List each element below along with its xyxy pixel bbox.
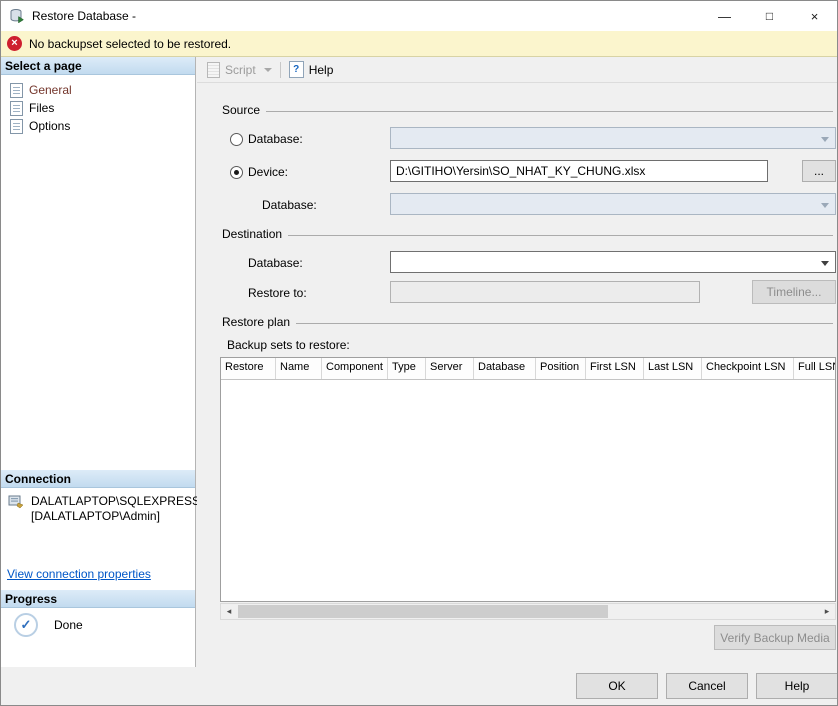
error-icon: ×	[7, 36, 22, 51]
group-rule	[266, 110, 833, 112]
chevron-down-icon	[263, 67, 272, 72]
backup-sets-label: Backup sets to restore:	[227, 338, 350, 352]
restore-to-input	[390, 281, 700, 303]
connection-header: Connection	[1, 470, 195, 488]
help-button[interactable]: Help	[756, 673, 837, 699]
col-last-lsn: Last LSN	[644, 358, 702, 379]
destination-database-label: Database:	[248, 256, 303, 270]
help-toolbar-button[interactable]: ? Help	[288, 61, 334, 78]
col-component: Component	[322, 358, 388, 379]
sidebar-item-label: General	[29, 83, 72, 97]
device-path-input[interactable]	[390, 160, 768, 182]
help-toolbar-label: Help	[308, 62, 334, 77]
server-icon	[8, 494, 24, 524]
col-name: Name	[276, 358, 322, 379]
alert-bar: × No backupset selected to be restored.	[1, 31, 837, 57]
destination-database-combo[interactable]	[390, 251, 836, 273]
col-position: Position	[536, 358, 586, 379]
window-controls: — □ ×	[702, 1, 837, 31]
group-rule	[296, 322, 833, 324]
source-database-combo	[390, 127, 836, 149]
connection-account: [DALATLAPTOP\Admin]	[31, 509, 160, 523]
script-button: Script	[207, 61, 272, 78]
backup-sets-grid: Restore Name Component Type Server Datab…	[220, 357, 836, 602]
page-icon	[10, 82, 23, 98]
close-button[interactable]: ×	[792, 1, 837, 31]
col-database: Database	[474, 358, 536, 379]
sidebar: Select a page General Files Options Conn…	[1, 57, 200, 667]
source-group-header: Source	[222, 103, 833, 117]
source-database2-label: Database:	[262, 198, 317, 212]
database-radio-label: Database:	[248, 132, 303, 146]
horizontal-scrollbar[interactable]: ◂ ▸	[220, 603, 836, 620]
connection-server: DALATLAPTOP\SQLEXPRESS	[31, 494, 200, 508]
browse-button[interactable]: ...	[802, 160, 836, 182]
cancel-button[interactable]: Cancel	[666, 673, 748, 699]
maximize-button[interactable]: □	[747, 1, 792, 31]
col-type: Type	[388, 358, 426, 379]
sidebar-item-label: Options	[29, 119, 71, 133]
done-check-icon: ✓	[14, 613, 38, 637]
timeline-button: Timeline...	[752, 280, 836, 304]
database-radio[interactable]	[230, 133, 243, 146]
script-icon	[207, 61, 220, 78]
restore-plan-group-label: Restore plan	[222, 315, 291, 329]
toolbar-separator	[279, 61, 281, 78]
progress-status-row: ✓ Done	[14, 613, 83, 637]
source-database2-combo	[390, 193, 836, 215]
chevron-down-icon	[821, 261, 829, 266]
select-a-page-header: Select a page	[1, 57, 195, 75]
connection-text: DALATLAPTOP\SQLEXPRESS [DALATLAPTOP\Admi…	[31, 494, 200, 524]
title-bar: Restore Database - — □ ×	[1, 1, 837, 31]
restore-database-icon	[9, 8, 25, 24]
minimize-button[interactable]: —	[702, 1, 747, 31]
source-group-label: Source	[222, 103, 261, 117]
scroll-right-icon[interactable]: ▸	[819, 604, 835, 619]
scroll-left-icon[interactable]: ◂	[221, 604, 237, 619]
page-icon	[10, 118, 23, 134]
view-connection-properties-link[interactable]: View connection properties	[7, 567, 151, 581]
col-full-lsn: Full LSN	[794, 358, 835, 379]
device-radio-label: Device:	[248, 165, 289, 179]
col-first-lsn: First LSN	[586, 358, 644, 379]
sidebar-item-label: Files	[29, 101, 55, 115]
alert-message: No backupset selected to be restored.	[29, 36, 232, 51]
verify-backup-media-button: Verify Backup Media	[714, 625, 836, 650]
col-server: Server	[426, 358, 474, 379]
chevron-down-icon	[821, 137, 829, 142]
progress-header: Progress	[1, 590, 195, 608]
sidebar-item-options[interactable]: Options	[1, 117, 195, 135]
page-tree: General Files Options	[1, 81, 195, 135]
sidebar-item-general[interactable]: General	[1, 81, 195, 99]
sidebar-item-files[interactable]: Files	[1, 99, 195, 117]
help-icon: ?	[288, 61, 304, 78]
group-rule	[288, 234, 833, 236]
grid-header-row: Restore Name Component Type Server Datab…	[221, 358, 835, 380]
restore-plan-group-header: Restore plan	[222, 315, 833, 329]
restore-database-dialog: Restore Database - — □ × × No backupset …	[0, 0, 838, 706]
footer: OK Cancel Help	[1, 667, 837, 705]
ok-button[interactable]: OK	[576, 673, 658, 699]
main-pane: Script ? Help Source Database: Device: .	[197, 57, 837, 667]
device-radio[interactable]	[230, 166, 243, 179]
script-label: Script	[225, 62, 256, 77]
scrollbar-thumb[interactable]	[238, 605, 608, 618]
col-checkpoint-lsn: Checkpoint LSN	[702, 358, 794, 379]
toolbar: Script ? Help	[197, 57, 837, 83]
page-icon	[10, 100, 23, 116]
connection-info: DALATLAPTOP\SQLEXPRESS [DALATLAPTOP\Admi…	[8, 494, 200, 524]
progress-status: Done	[54, 618, 83, 632]
chevron-down-icon	[821, 203, 829, 208]
window-title: Restore Database -	[32, 9, 137, 23]
destination-group-label: Destination	[222, 227, 283, 241]
destination-group-header: Destination	[222, 227, 833, 241]
restore-to-label: Restore to:	[248, 286, 307, 300]
col-restore: Restore	[221, 358, 276, 379]
